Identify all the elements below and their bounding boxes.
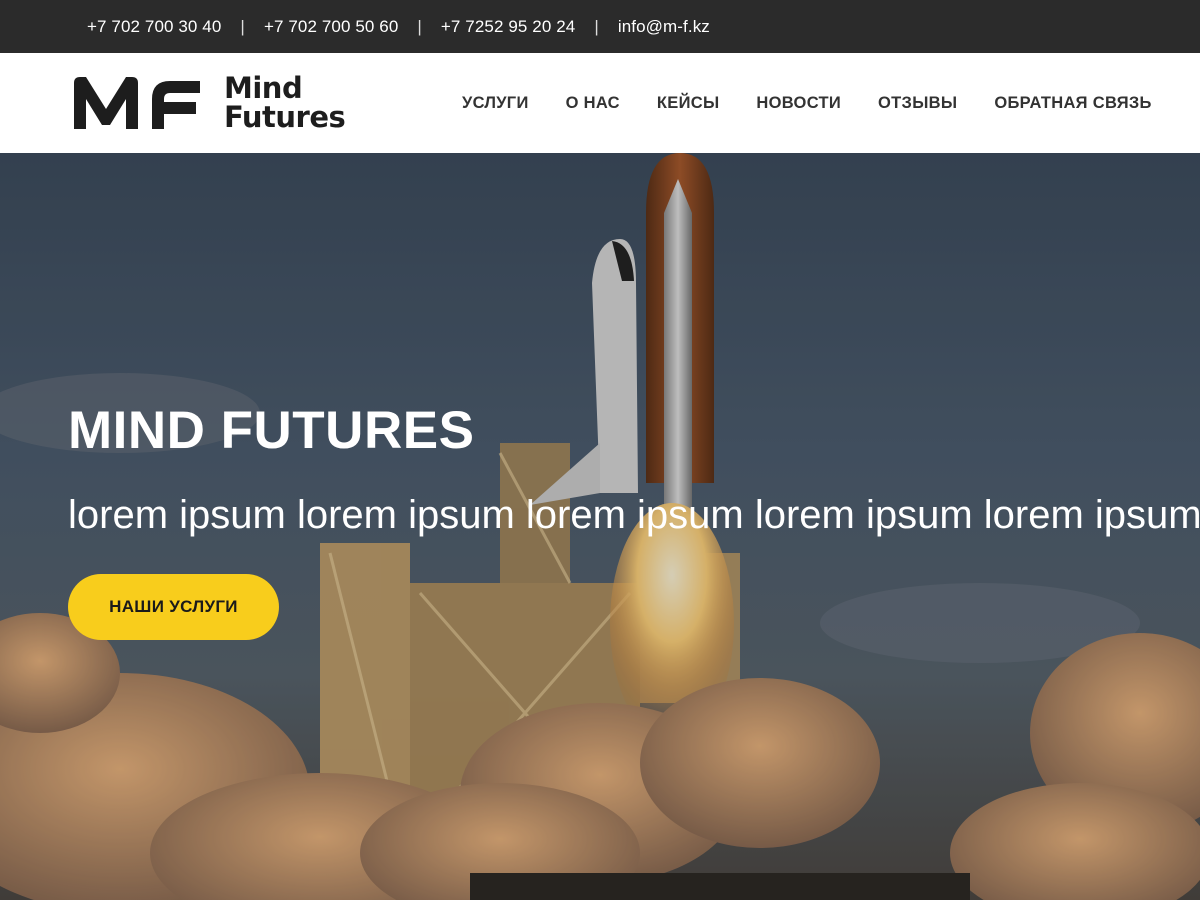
nav-item-cases[interactable]: КЕЙСЫ xyxy=(657,94,720,113)
nav-item-services[interactable]: УСЛУГИ xyxy=(462,94,529,113)
nav-item-reviews[interactable]: ОТЗЫВЫ xyxy=(878,94,957,113)
mf-logo-icon xyxy=(74,77,200,129)
logo-line-1: Mind xyxy=(224,71,303,105)
hero-section: MIND FUTURES lorem ipsum lorem ipsum lor… xyxy=(0,153,1200,900)
phone-link-3[interactable]: +7 7252 95 20 24 xyxy=(441,17,575,37)
logo-wordmark: Mind Futures xyxy=(224,71,346,134)
site-logo[interactable]: Mind Futures xyxy=(72,71,346,134)
logo-line-2: Futures xyxy=(224,100,346,134)
separator: | xyxy=(417,16,422,36)
hero-title: MIND FUTURES xyxy=(68,401,475,460)
nav-item-about[interactable]: О НАС xyxy=(566,94,620,113)
phone-link-1[interactable]: +7 702 700 30 40 xyxy=(87,17,221,37)
nav-item-feedback[interactable]: ОБРАТНАЯ СВЯЗЬ xyxy=(994,94,1151,113)
separator: | xyxy=(594,16,599,36)
phone-link-2[interactable]: +7 702 700 50 60 xyxy=(264,17,398,37)
contact-bar: +7 702 700 30 40 | +7 702 700 50 60 | +7… xyxy=(0,0,1200,53)
site-header: Mind Futures УСЛУГИ О НАС КЕЙСЫ НОВОСТИ … xyxy=(0,53,1200,153)
hero-subtitle: lorem ipsum lorem ipsum lorem ipsum lore… xyxy=(68,493,1200,537)
email-link[interactable]: info@m-f.kz xyxy=(618,17,710,37)
main-nav: УСЛУГИ О НАС КЕЙСЫ НОВОСТИ ОТЗЫВЫ ОБРАТН… xyxy=(462,53,1152,153)
our-services-button[interactable]: НАШИ УСЛУГИ xyxy=(68,574,279,640)
nav-item-news[interactable]: НОВОСТИ xyxy=(756,94,841,113)
separator: | xyxy=(240,16,245,36)
